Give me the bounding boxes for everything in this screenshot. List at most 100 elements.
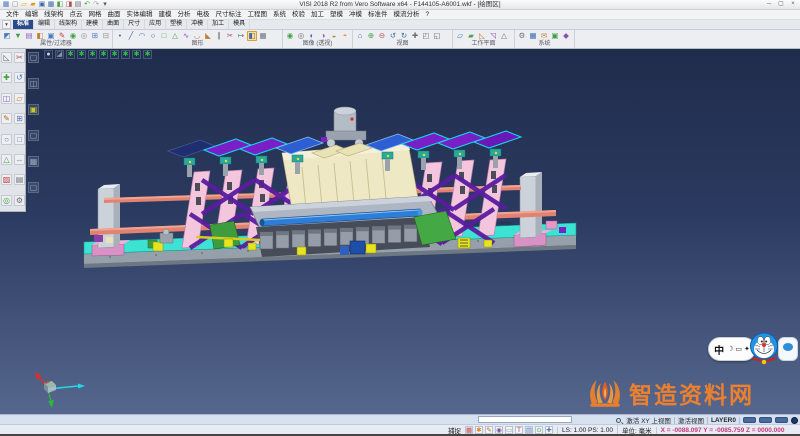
select-props-icon[interactable]: ◩ — [2, 31, 12, 41]
options-icon[interactable]: ⚙ — [14, 195, 25, 206]
grid-icon[interactable]: ⊞ — [14, 113, 25, 124]
sketch-icon[interactable]: ✎ — [1, 113, 12, 124]
color-swatch[interactable] — [743, 417, 756, 423]
menu-item[interactable]: 实体编辑 — [124, 10, 156, 19]
menu-item[interactable]: 线架构 — [41, 10, 67, 19]
menu-item[interactable]: 标准件 — [365, 10, 391, 19]
viewport-3d[interactable]: ◺✂✚↺◫▱✎⊞○□△↔▨▤◎⚙ ▢◫▣▢▦▢ ●◪✱✱✱✱✱✱✱✱ — [0, 49, 800, 414]
prev-view-icon[interactable]: ◰ — [421, 31, 431, 41]
render-hidden-icon[interactable]: ◐ — [307, 31, 317, 41]
chamfer-icon[interactable]: ◣ — [203, 31, 213, 41]
dock-split-icon[interactable]: ◫ — [28, 78, 39, 89]
grid-snap-icon[interactable]: ▦ — [465, 426, 473, 434]
arc-icon[interactable]: ◠ — [137, 31, 147, 41]
sheet-icon[interactable]: ▤ — [525, 426, 533, 434]
database-icon[interactable]: ▦ — [528, 31, 538, 41]
settings-icon[interactable]: ⚙ — [517, 31, 527, 41]
trim-scissors-icon[interactable]: ✂ — [14, 52, 25, 63]
attr-copy-icon[interactable]: ▣ — [46, 31, 56, 41]
rectangle-icon[interactable]: □ — [159, 31, 169, 41]
offset-icon[interactable]: ▱ — [14, 93, 25, 104]
menu-item[interactable]: 模流分析 — [391, 10, 423, 19]
tab-standard[interactable]: 标准 — [13, 20, 34, 29]
menu-item[interactable]: 尺寸标注 — [213, 10, 245, 19]
menu-item[interactable]: 冲模 — [346, 10, 365, 19]
line-icon[interactable]: ╱ — [126, 31, 136, 41]
move-icon[interactable]: ✚ — [1, 72, 12, 83]
text-icon[interactable]: T — [515, 426, 523, 434]
tab-edit[interactable]: 编辑 — [34, 20, 55, 29]
cpl-xy-icon[interactable]: ▱ — [455, 31, 465, 41]
visibility-icon[interactable]: ◉ — [68, 31, 78, 41]
menu-item[interactable]: 分析 — [175, 10, 194, 19]
tab-die[interactable]: 模具 — [229, 20, 250, 29]
render-wire-icon[interactable]: ◎ — [296, 31, 306, 41]
spline-icon[interactable]: ∿ — [181, 31, 191, 41]
tab-wireframe[interactable]: 线架构 — [55, 20, 82, 29]
tab-mould[interactable]: 塑模 — [166, 20, 187, 29]
view-sphere-icon[interactable]: ● — [44, 50, 53, 59]
transport-icon[interactable]: ▭ — [505, 426, 513, 434]
polygon-icon[interactable]: △ — [170, 31, 180, 41]
color-filter-icon[interactable]: ◧ — [35, 31, 45, 41]
tab-machining[interactable]: 加工 — [208, 20, 229, 29]
dock-box-icon[interactable]: ▢ — [28, 182, 39, 193]
profile-icon[interactable]: ◉ — [495, 426, 503, 434]
center-press-unit[interactable] — [250, 107, 444, 257]
close-button[interactable]: × — [789, 0, 797, 9]
menu-item[interactable]: 点云 — [67, 10, 86, 19]
body-visibility-icon[interactable]: ✱ — [77, 50, 86, 59]
pencil-icon[interactable]: ✎ — [485, 426, 493, 434]
group-icon[interactable]: ⊞ — [90, 31, 100, 41]
spin-view-icon[interactable]: ↻ — [399, 31, 409, 41]
menu-item[interactable]: 电极 — [194, 10, 213, 19]
cad-model-assembly[interactable] — [0, 49, 800, 414]
menu-item[interactable]: 建模 — [156, 10, 175, 19]
tab-surface[interactable]: 曲面 — [103, 20, 124, 29]
render-shaded-icon[interactable]: ◉ — [285, 31, 295, 41]
shaded-view-icon[interactable]: ◧ — [247, 31, 257, 41]
menu-item[interactable]: ? — [423, 10, 433, 19]
measure-icon[interactable]: ◎ — [1, 195, 12, 206]
info-icon[interactable]: ▣ — [550, 31, 560, 41]
ungroup-icon[interactable]: ⊟ — [101, 31, 111, 41]
color-swatch[interactable] — [759, 417, 772, 423]
render-transparent-icon[interactable]: ◑ — [318, 31, 328, 41]
attr-paint-icon[interactable]: ✎ — [57, 31, 67, 41]
fillet-icon[interactable]: ◡ — [192, 31, 202, 41]
hide-icon[interactable]: ◎ — [79, 31, 89, 41]
zoom-out-icon[interactable]: ⊖ — [377, 31, 387, 41]
addons-icon[interactable]: ◆ — [561, 31, 571, 41]
body-visibility-icon[interactable]: ✱ — [143, 50, 152, 59]
axis-cross-icon[interactable]: ✚ — [545, 426, 553, 434]
ribbon-collapse-button[interactable]: ▾ — [2, 20, 11, 29]
history-clock-icon[interactable]: ⊙ — [535, 426, 543, 434]
ime-language-indicator[interactable]: 中 — [714, 342, 724, 357]
body-visibility-icon[interactable]: ✱ — [99, 50, 108, 59]
menu-item[interactable]: 编辑 — [22, 10, 41, 19]
wireframe-view-icon[interactable]: ▦ — [258, 31, 268, 41]
body-visibility-icon[interactable]: ✱ — [132, 50, 141, 59]
mail-icon[interactable]: ✉ — [539, 31, 549, 41]
body-visibility-icon[interactable]: ✱ — [66, 50, 75, 59]
tab-dimension[interactable]: 尺寸 — [124, 20, 145, 29]
zoom-fit-icon[interactable]: ⌂ — [355, 31, 365, 41]
light-icon[interactable]: ◓ — [340, 31, 350, 41]
entity-snap-icon[interactable]: ✱ — [475, 426, 483, 434]
minimize-button[interactable]: ─ — [765, 0, 773, 9]
search-icon[interactable] — [616, 418, 621, 423]
iso-view-icon[interactable]: ◱ — [432, 31, 442, 41]
rotate-icon[interactable]: ↺ — [14, 72, 25, 83]
select-arrow-icon[interactable]: ◺ — [1, 52, 12, 63]
color-swatch[interactable] — [775, 417, 788, 423]
dock-frame-icon[interactable]: ▢ — [28, 130, 39, 141]
body-visibility-icon[interactable]: ✱ — [88, 50, 97, 59]
mirror-icon[interactable]: ◫ — [1, 93, 12, 104]
layers-icon[interactable]: ▤ — [14, 174, 25, 185]
extend-icon[interactable]: ↦ — [236, 31, 246, 41]
ime-keyboard-icon[interactable]: ▭ — [735, 345, 742, 353]
circle-icon[interactable]: ○ — [148, 31, 158, 41]
ime-moon-icon[interactable]: ☽ — [727, 345, 733, 353]
view-cube-icon[interactable]: ◪ — [55, 50, 64, 59]
menu-item[interactable]: 网格 — [86, 10, 105, 19]
